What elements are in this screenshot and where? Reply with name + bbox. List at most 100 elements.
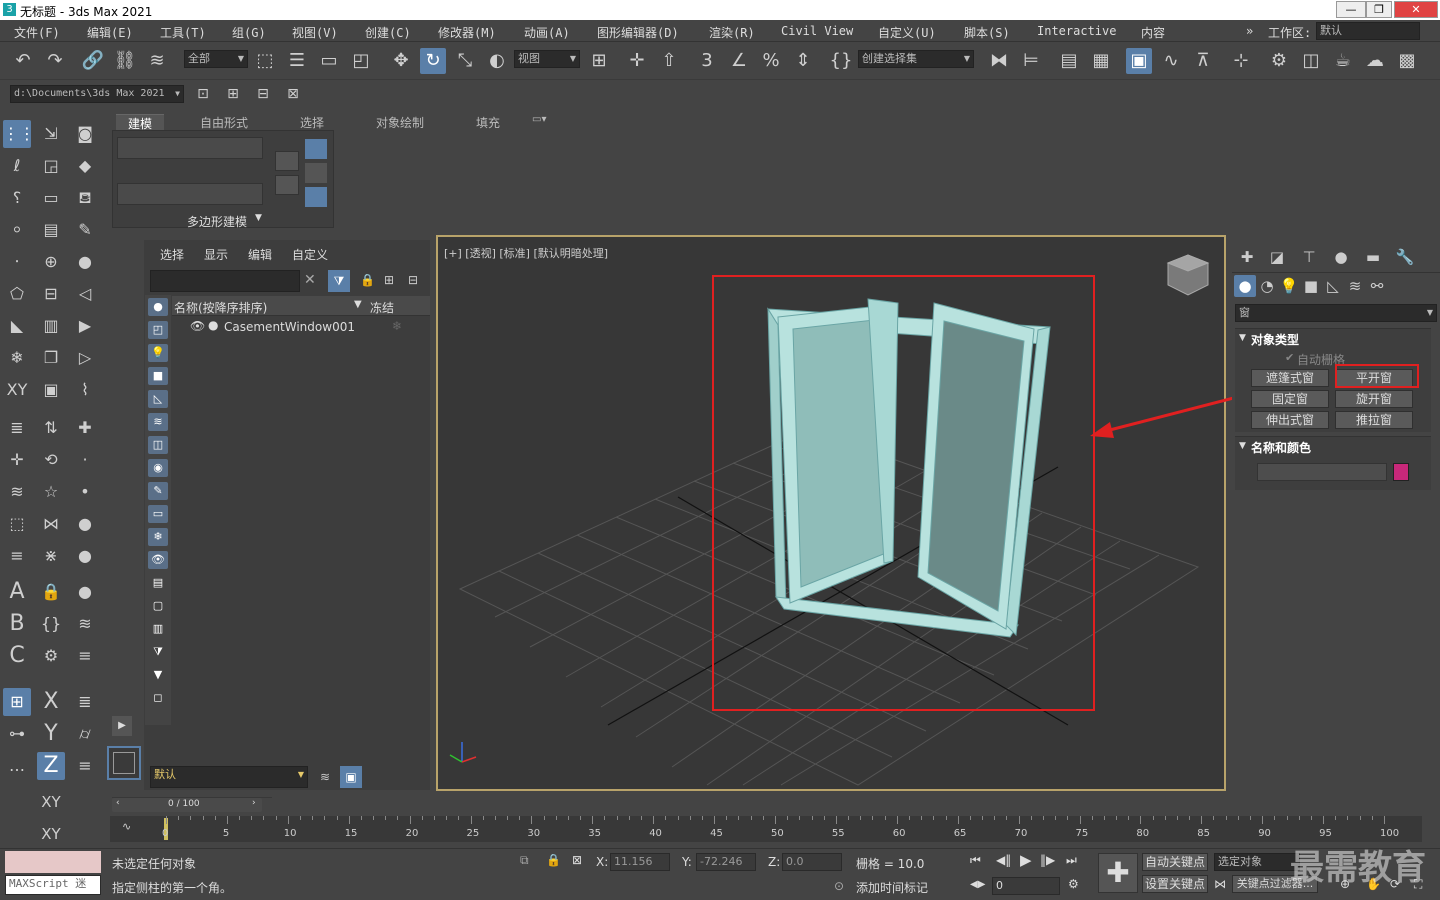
- axis-y-icon[interactable]: Y: [37, 720, 65, 748]
- grid-abc-icon[interactable]: ⊞: [3, 688, 31, 716]
- menu-civil-view[interactable]: Civil View: [781, 24, 853, 38]
- table-row[interactable]: 👁 ● CasementWindow001 ❄: [172, 318, 430, 336]
- menu-group[interactable]: 组(G): [232, 24, 266, 41]
- lock-icon[interactable]: 🔒: [37, 578, 65, 606]
- display-tab-icon[interactable]: ▬: [1362, 246, 1384, 268]
- circle-light-icon[interactable]: ●: [71, 542, 99, 570]
- go-to-end-icon[interactable]: ⏭: [1066, 853, 1077, 868]
- mesh-icon[interactable]: ⋈: [37, 510, 65, 538]
- render-iterative-icon[interactable]: ☁: [1362, 48, 1388, 74]
- helpers-icon[interactable]: ◺: [1322, 275, 1344, 297]
- filter-icon[interactable]: ⧩: [328, 270, 350, 292]
- select-object-icon[interactable]: ⬚: [252, 48, 278, 74]
- key-filter-icon[interactable]: ⋈: [1214, 877, 1226, 891]
- perspective-viewport[interactable]: [+] [透视] [标准] [默认明暗处理]: [436, 235, 1226, 791]
- ribbon-group-dropdown-icon[interactable]: ▼: [255, 213, 262, 223]
- selection-filter-dropdown[interactable]: 全部 ▼: [184, 50, 248, 68]
- time-next-icon[interactable]: ›: [252, 798, 256, 808]
- brush-icon[interactable]: ✎: [71, 216, 99, 244]
- hierarchy-tab-icon[interactable]: ⊤: [1298, 246, 1320, 268]
- stack-icon[interactable]: ▭: [37, 184, 65, 212]
- motion-tab-icon[interactable]: ●: [1330, 246, 1352, 268]
- save-icon[interactable]: ▣: [37, 376, 65, 404]
- tab-object-paint[interactable]: 对象绘制: [376, 114, 424, 131]
- toggle-ribbon-icon[interactable]: ▦: [1088, 48, 1114, 74]
- rectangular-selection-icon[interactable]: ▭: [316, 48, 342, 74]
- text-c-icon[interactable]: C: [3, 642, 31, 670]
- filter-invert-icon[interactable]: ▥: [148, 620, 168, 638]
- rotate2-icon[interactable]: ⟲: [37, 446, 65, 474]
- stack5-icon[interactable]: ≡: [71, 642, 99, 670]
- angle-snap-icon[interactable]: ∠: [726, 48, 752, 74]
- timeline-track[interactable]: 0 5 10 15 20 25 30 35 40 45 50 55 60 65 70 75 80 85 90 95 10…: [110, 816, 1422, 842]
- time-tag-icon[interactable]: ⊙: [834, 879, 844, 893]
- reference-coord-dropdown[interactable]: 视图 ▼: [514, 50, 580, 68]
- rotate-icon[interactable]: ↻: [420, 48, 446, 74]
- redo-icon[interactable]: ↷: [42, 48, 68, 74]
- modify-tab-icon[interactable]: ◪: [1266, 246, 1288, 268]
- ribbon-group-label[interactable]: 多边形建模: [187, 213, 247, 230]
- manipulate-icon[interactable]: ✛: [624, 48, 650, 74]
- undo-icon[interactable]: ↶: [10, 48, 36, 74]
- time-prev-icon[interactable]: ‹: [116, 798, 120, 808]
- menu-create[interactable]: 创建(C): [365, 24, 411, 41]
- braces-icon[interactable]: {}: [37, 610, 65, 638]
- spinner-snap-icon[interactable]: ⇕: [790, 48, 816, 74]
- menu-view[interactable]: 视图(V): [292, 24, 338, 41]
- column-freeze[interactable]: 冻结: [370, 299, 394, 316]
- filter-containers-icon[interactable]: ▭: [148, 505, 168, 523]
- lasso-icon[interactable]: ℓ: [3, 152, 31, 180]
- vertex-icon[interactable]: ⸰: [3, 216, 31, 244]
- key-target-dropdown[interactable]: 选定对象: [1214, 853, 1300, 871]
- absolute-mode-icon[interactable]: ⊠: [572, 853, 582, 867]
- filter-cameras-icon[interactable]: ■: [148, 367, 168, 385]
- spacewarps-icon[interactable]: ≋: [1344, 275, 1366, 297]
- hierarchy2-icon[interactable]: ⊟: [408, 273, 418, 287]
- layers-add-icon[interactable]: ≣: [71, 688, 99, 716]
- import-icon[interactable]: ⇲: [37, 120, 65, 148]
- layers-icon[interactable]: ▤: [37, 216, 65, 244]
- add-layer-icon[interactable]: ✛: [3, 446, 31, 474]
- copy-icon[interactable]: ❐: [37, 344, 65, 372]
- menu-graph-editors[interactable]: 图形编辑器(D): [597, 24, 679, 41]
- add-time-tag[interactable]: 添加时间标记: [856, 879, 928, 896]
- go-to-start-icon[interactable]: ⏮: [970, 853, 981, 868]
- dope-sheet-icon[interactable]: ⊼: [1190, 48, 1216, 74]
- teapot-icon[interactable]: ⛾: [71, 184, 99, 212]
- layers-toggle-icon[interactable]: ≋: [320, 770, 330, 784]
- polygon-icon[interactable]: ⬠: [3, 280, 31, 308]
- menu-rendering[interactable]: 渲染(R): [709, 24, 755, 41]
- bind-space-warp-icon[interactable]: ≋: [144, 48, 170, 74]
- next-frame-icon[interactable]: ‖▶: [1040, 853, 1055, 867]
- auto-key-button[interactable]: 自动关键点: [1142, 853, 1208, 871]
- scene-tab-select[interactable]: 选择: [160, 246, 184, 263]
- filter-folder-icon[interactable]: ◻: [148, 689, 168, 707]
- scene-search-input[interactable]: [150, 270, 300, 292]
- filter-xrefs-icon[interactable]: ◉: [148, 459, 168, 477]
- render-icon[interactable]: ☕: [1330, 48, 1356, 74]
- settings2-icon[interactable]: ⚙: [37, 642, 65, 670]
- project-new-icon[interactable]: ⊞: [220, 81, 246, 107]
- xform-icon[interactable]: XY: [3, 376, 31, 404]
- ruler-icon[interactable]: ⊶: [3, 720, 31, 748]
- ribbon-tool4-icon[interactable]: [305, 163, 327, 183]
- clear-search-icon[interactable]: ✕: [304, 272, 316, 288]
- play-icon[interactable]: ▶: [71, 312, 99, 340]
- ribbon-edit-row[interactable]: [117, 183, 263, 205]
- add-icon[interactable]: ✚: [71, 414, 99, 442]
- stacked-layers-icon[interactable]: ≋: [3, 478, 31, 506]
- select-by-name-icon[interactable]: ☰: [284, 48, 310, 74]
- set-key-big-icon[interactable]: ✚: [1098, 853, 1138, 893]
- ellipsis-icon[interactable]: …: [3, 752, 31, 780]
- ribbon-tool5-icon[interactable]: [305, 187, 327, 207]
- star-icon[interactable]: ☆: [37, 478, 65, 506]
- render-setup-icon[interactable]: ⚙: [1266, 48, 1292, 74]
- filter-funnel2-icon[interactable]: ▼: [148, 666, 168, 684]
- select-grid-icon[interactable]: ⋮⋮: [3, 120, 35, 148]
- filter-geometry-icon[interactable]: ●: [148, 298, 168, 316]
- visibility-eye-icon[interactable]: 👁: [190, 319, 205, 333]
- ribbon-options-icon[interactable]: ▭▾: [532, 114, 546, 125]
- pivot-center-icon[interactable]: ⊞: [586, 48, 612, 74]
- sphere-icon[interactable]: ●: [71, 248, 99, 276]
- small-dot-icon[interactable]: •: [71, 478, 99, 506]
